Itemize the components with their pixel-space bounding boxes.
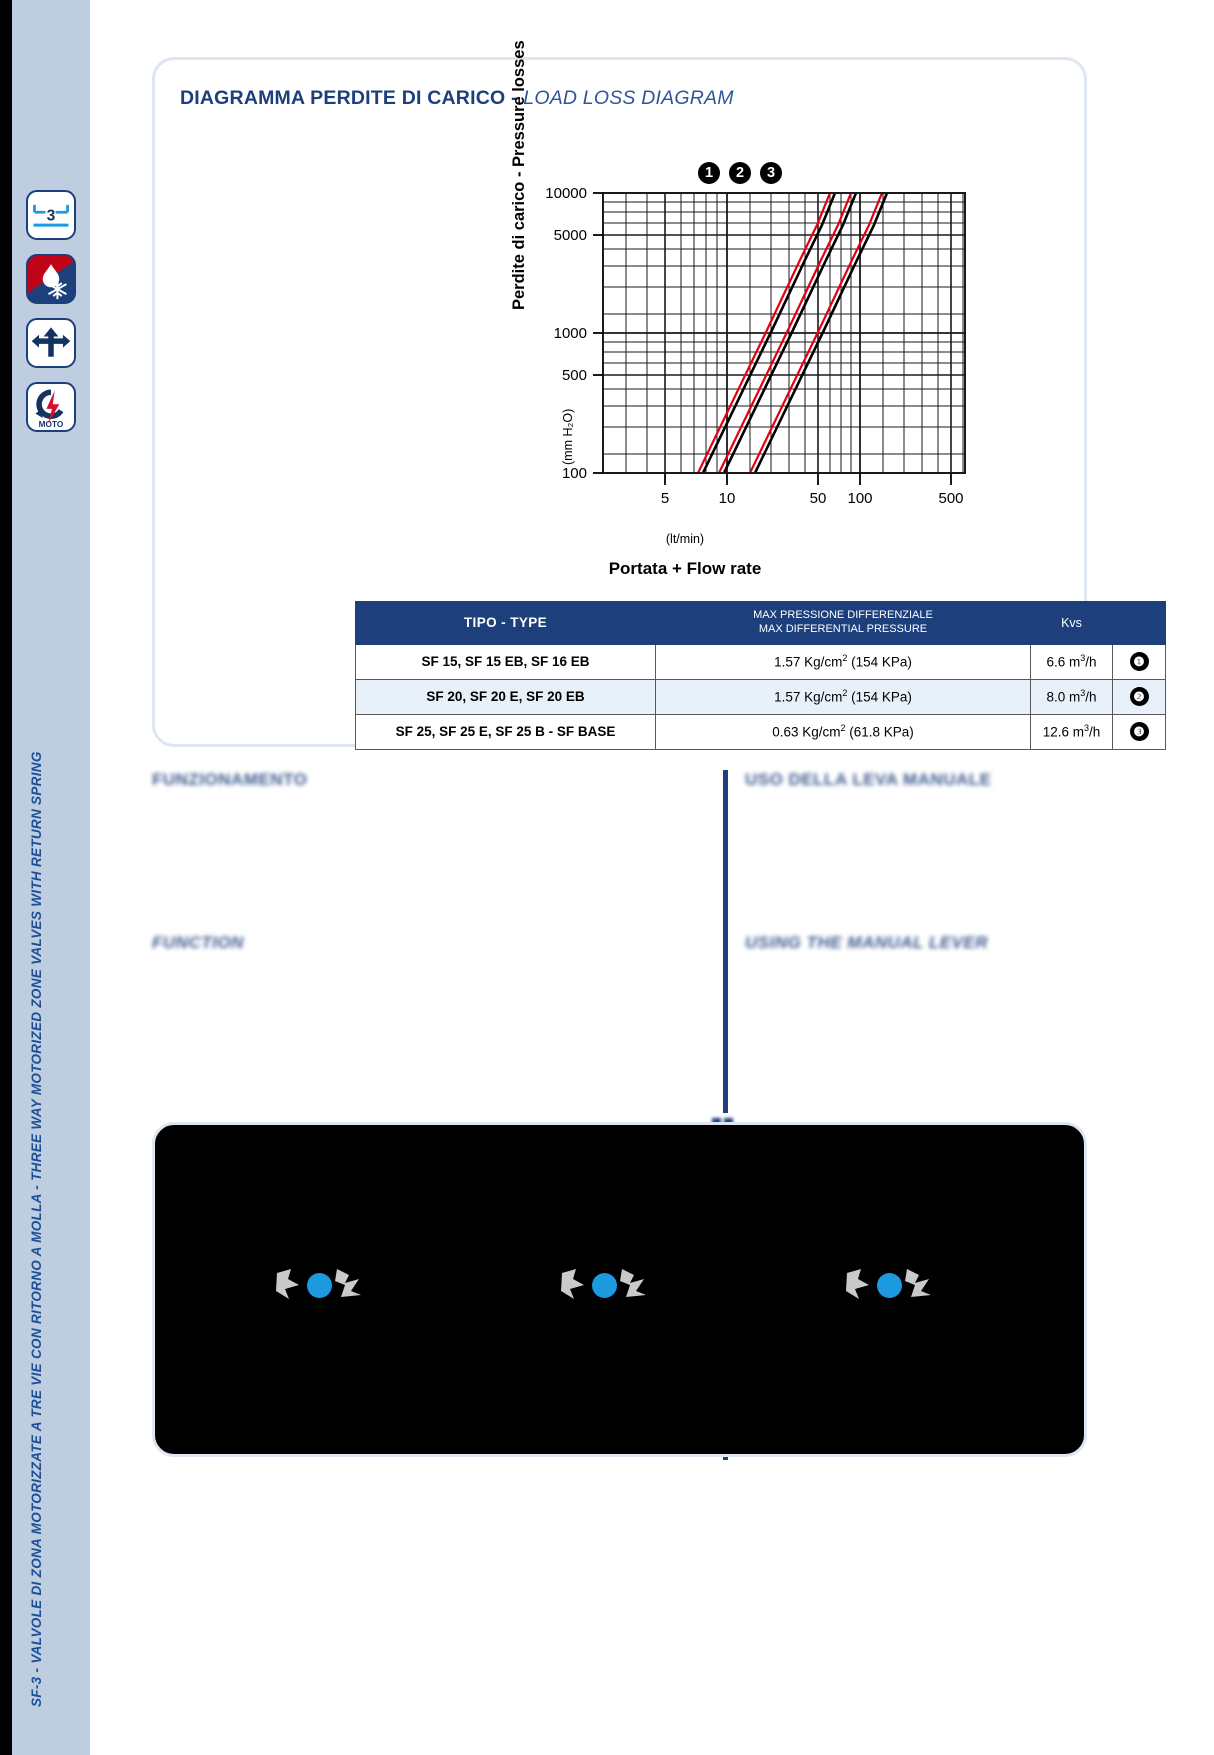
col-header-pressure: MAX PRESSIONE DIFFERENZIALE MAX DIFFEREN… [655,601,1031,645]
page-title: DIAGRAMMA PERDITE DI CARICO - LOAD LOSS … [180,87,734,110]
section-heading-manual-lever-it: USO DELLA LEVA MANUALE [745,770,992,789]
cell-type: SF 15, SF 15 EB, SF 16 EB [355,643,656,680]
svg-text:5000: 5000 [554,227,587,244]
svg-text:100: 100 [847,490,872,507]
valve-indicator-dot [307,1273,332,1298]
svg-text:500: 500 [938,490,963,507]
cell-pressure-value: 0.63 Kg/cm [772,724,841,740]
cell-kvs-value: 6.6 m [1046,654,1081,670]
chart-legend: 1 2 3 [335,135,1035,184]
svg-text:500: 500 [562,367,587,384]
cell-kvs-unit: /h [1085,689,1097,705]
cell-kvs-unit: /h [1089,724,1101,740]
cell-pressure-kpa: (154 KPa) [847,689,912,705]
valve-image-2 [560,1255,650,1315]
svg-text:5: 5 [661,490,669,507]
col-header-type: TIPO - TYPE [355,601,656,645]
cell-pressure: 0.63 Kg/cm2 (61.8 KPa) [655,713,1031,750]
valve-image-1 [275,1255,365,1315]
chart-x-axis-unit: (lt/min) [665,532,705,546]
load-loss-card: DIAGRAMMA PERDITE DI CARICO - LOAD LOSS … [152,40,1166,750]
sidebar-vertical-label: SF-3 - VALVOLE DI ZONA MOTORIZZATE A TRE… [29,751,44,1707]
section-heading-functioning-it: FUNZIONAMENTO [152,770,308,789]
cell-index: ❶ [1112,643,1166,680]
valve-indicator-dot [592,1273,617,1298]
cell-kvs-value: 12.6 m [1042,724,1084,740]
section-heading-manual-lever-en: USING THE MANUAL LEVER [745,933,989,952]
specification-table: TIPO - TYPE MAX PRESSIONE DIFFERENZIALE … [355,601,1166,750]
chart-badge-1: 1 [698,162,720,184]
chart-badge-3: 3 [760,162,782,184]
svg-text:100: 100 [562,465,587,482]
svg-text:1000: 1000 [554,325,587,342]
datasheet-page: 3 MOTO SF-3 - VALVOLE DI ZONA MOTORIZZAT… [0,0,1214,1755]
load-loss-chart: 1 2 3 10000 5000 1000 500 100 5 10 50 10… [335,40,1035,578]
row-badge-2: ❷ [1129,687,1149,706]
svg-text:10: 10 [719,490,736,507]
cell-pressure-value: 1.57 Kg/cm [774,689,843,705]
chart-badge-2: 2 [729,162,751,184]
table-row: SF 15, SF 15 EB, SF 16 EB 1.57 Kg/cm2 (1… [355,643,1166,680]
cell-pressure: 1.57 Kg/cm2 (154 KPa) [655,678,1031,715]
cell-kvs-value: 8.0 m [1046,689,1081,705]
sidebar-vertical-title: SF-3 - VALVOLE DI ZONA MOTORIZZATE A TRE… [12,0,90,1755]
cell-pressure-kpa: (154 KPa) [847,654,912,670]
col-header-pressure-it: MAX PRESSIONE DIFFERENZIALE [753,609,933,621]
chart-x-axis-title: Portata + Flow rate [608,559,762,578]
cell-kvs: 8.0 m3/h [1030,678,1113,715]
cell-kvs-unit: /h [1085,654,1097,670]
row-badge-3: ❸ [1129,722,1149,741]
svg-text:10000: 10000 [545,185,587,202]
cell-pressure-kpa: (61.8 KPa) [845,724,914,740]
cell-kvs: 12.6 m3/h [1030,713,1113,750]
table-header-row: TIPO - TYPE MAX PRESSIONE DIFFERENZIALE … [355,601,1166,645]
chart-plot-area: 10000 5000 1000 500 100 5 10 50 100 500 [545,185,966,507]
cell-index: ❷ [1112,678,1166,715]
svg-text:50: 50 [810,490,827,507]
table-row: SF 25, SF 25 E, SF 25 B - SF BASE 0.63 K… [355,713,1166,750]
row-badge-1: ❶ [1129,652,1149,671]
valve-image-3 [845,1255,935,1315]
page-title-it: DIAGRAMMA PERDITE DI CARICO - [180,87,524,109]
valve-images-card [152,1122,1087,1457]
col-header-kvs: Kvs [1030,601,1113,645]
col-header-index [1112,601,1166,645]
cell-type: SF 25, SF 25 E, SF 25 B - SF BASE [355,713,656,750]
cell-type: SF 20, SF 20 E, SF 20 EB [355,678,656,715]
page-title-en: LOAD LOSS DIAGRAM [523,87,734,109]
chart-y-axis-unit: (mm H₂O) [561,408,575,465]
cell-pressure: 1.57 Kg/cm2 (154 KPa) [655,643,1031,680]
chart-y-axis-label: Perdite di carico - Pressure losses [510,40,528,310]
table-body: SF 15, SF 15 EB, SF 16 EB 1.57 Kg/cm2 (1… [355,643,1166,750]
cell-kvs: 6.6 m3/h [1030,643,1113,680]
table-row: SF 20, SF 20 E, SF 20 EB 1.57 Kg/cm2 (15… [355,678,1166,715]
section-heading-functioning-en: FUNCTION [152,933,244,952]
valve-indicator-dot [877,1273,902,1298]
page-left-black-edge [0,0,12,1755]
col-header-pressure-en: MAX DIFFERENTIAL PRESSURE [758,622,928,635]
cell-pressure-value: 1.57 Kg/cm [774,654,843,670]
cell-index: ❸ [1112,713,1166,750]
